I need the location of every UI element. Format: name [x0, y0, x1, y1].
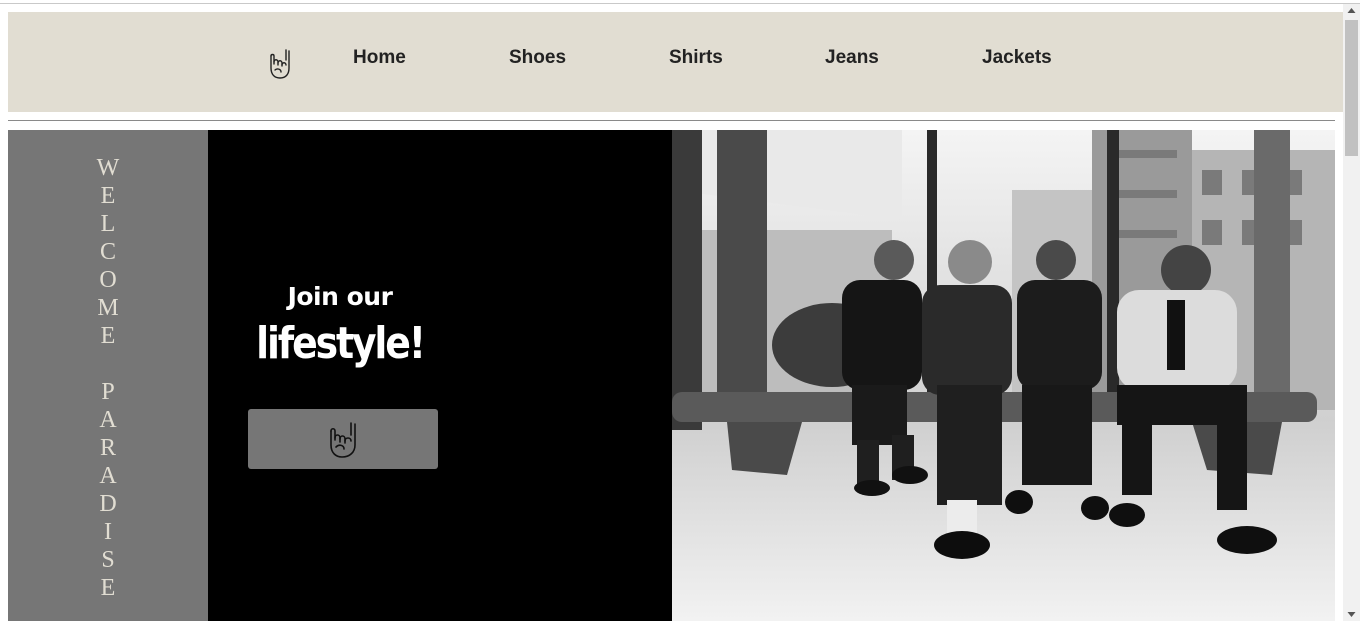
nav-jackets[interactable]: Jackets: [982, 47, 1052, 69]
scroll-down-icon[interactable]: [1343, 607, 1360, 621]
top-border: [0, 0, 1360, 4]
top-navigation: Home Shoes Shirts Jeans Jackets: [8, 12, 1343, 112]
vertical-scrollbar[interactable]: [1343, 4, 1360, 621]
welcome-letter: E: [100, 323, 116, 349]
welcome-letter: C: [99, 239, 116, 265]
welcome-letter: S: [101, 547, 115, 573]
welcome-letter: A: [99, 463, 117, 489]
lifestyle-heading: lifestyle!: [256, 318, 426, 369]
rock-hand-icon: [330, 422, 356, 458]
scroll-up-icon[interactable]: [1343, 4, 1360, 18]
welcome-letter: R: [99, 435, 116, 461]
join-button[interactable]: [248, 409, 438, 469]
welcome-letter: E: [100, 575, 116, 601]
cta-panel: Join our lifestyle!: [208, 130, 672, 621]
join-heading: Join our: [287, 282, 393, 311]
welcome-letter: P: [101, 379, 115, 405]
welcome-letter: L: [100, 211, 116, 237]
nav-shoes[interactable]: Shoes: [509, 47, 566, 69]
rock-hand-icon[interactable]: [266, 46, 292, 80]
nav-shirts[interactable]: Shirts: [669, 47, 723, 69]
band-photo-image: [672, 130, 1335, 621]
nav-jeans[interactable]: Jeans: [825, 47, 879, 69]
welcome-letter: I: [104, 519, 112, 545]
welcome-letter: O: [99, 267, 117, 293]
welcome-panel: W E L C O M E P A R A D I S E: [8, 130, 208, 621]
welcome-letter: W: [96, 155, 120, 181]
welcome-letter: [8, 350, 208, 378]
welcome-letter: M: [97, 295, 119, 321]
welcome-letter: D: [99, 491, 117, 517]
welcome-paradise-text: W E L C O M E P A R A D I S E: [8, 154, 208, 602]
nav-home[interactable]: Home: [353, 47, 406, 69]
welcome-letter: E: [100, 183, 116, 209]
hero-photo: [672, 130, 1335, 621]
scroll-thumb[interactable]: [1345, 20, 1358, 156]
welcome-letter: A: [99, 407, 117, 433]
nav-divider: [8, 120, 1335, 121]
